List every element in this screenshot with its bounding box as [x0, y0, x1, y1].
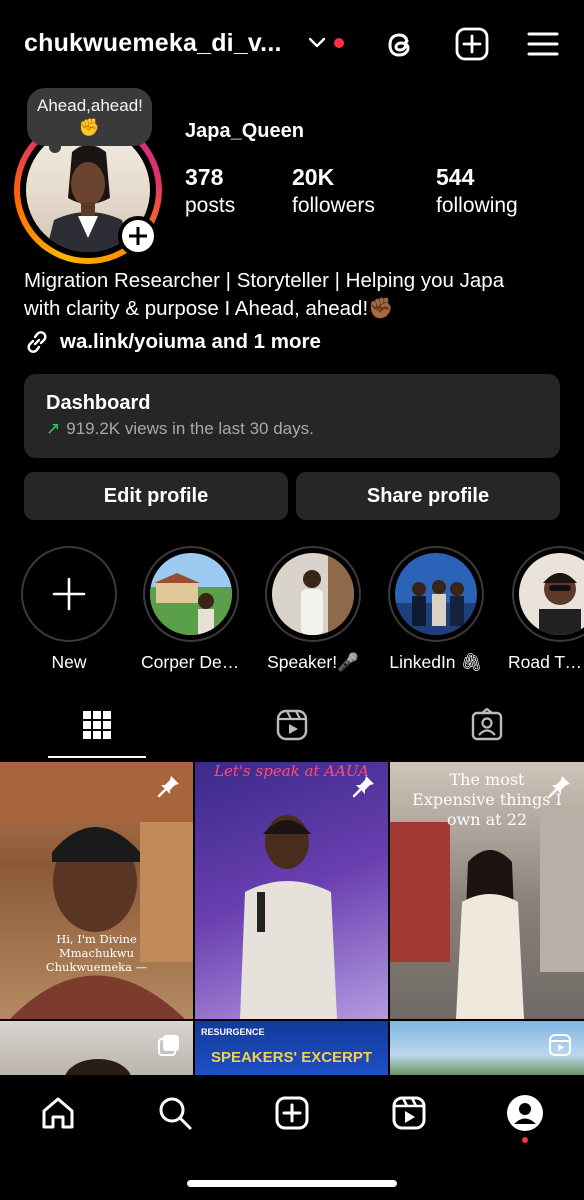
link-icon: [27, 331, 47, 353]
posts-grid: Hi, I'm Divine Mmachukwu Chukwuemeka — L…: [0, 762, 584, 1078]
search-icon[interactable]: [155, 1093, 195, 1133]
stat-posts[interactable]: 378 posts: [185, 164, 235, 218]
pin-icon: [157, 776, 179, 798]
profile-links[interactable]: wa.link/yoiuma and 1 more: [24, 328, 321, 356]
pin-icon: [548, 776, 570, 798]
notification-dot: [334, 38, 344, 48]
edit-profile-button[interactable]: Edit profile: [24, 472, 288, 520]
highlight-cover: [395, 553, 477, 635]
note-text: Ahead,ahead!✊: [37, 96, 143, 137]
home-indicator[interactable]: [187, 1180, 397, 1187]
highlight-new[interactable]: New: [19, 546, 119, 673]
chevron-down-icon[interactable]: [307, 33, 327, 53]
post-caption-2: SPEAKERS' EXCERPT: [210, 1049, 373, 1066]
highlight-label: New: [51, 652, 87, 672]
reels-icon[interactable]: [275, 708, 309, 742]
dashboard-title: Dashboard: [46, 392, 151, 414]
stat-posts-label: posts: [185, 194, 236, 217]
highlight-label: Road Trav: [508, 652, 584, 672]
stat-posts-value: 378: [185, 164, 224, 190]
highlight-linkedin[interactable]: LinkedIn 🖇: [386, 546, 486, 673]
highlight-cover: [150, 553, 232, 635]
post-tile[interactable]: [0, 1021, 193, 1078]
post-tile[interactable]: [390, 1021, 584, 1078]
dashboard-subtitle: 919.2K views in the last 30 days.: [66, 419, 314, 438]
plus-icon: [52, 577, 86, 611]
post-tile[interactable]: Let's speak at AAUA: [195, 762, 388, 1019]
post-tile[interactable]: RESURGENCE SPEAKERS' EXCERPT: [195, 1021, 388, 1078]
pin-icon: [352, 776, 374, 798]
grid-icon[interactable]: [80, 708, 114, 742]
post-caption: Hi, I'm Divine Mmachukwu Chukwuemeka —: [45, 932, 148, 974]
create-icon[interactable]: [272, 1093, 312, 1133]
trend-up-icon: ↗: [46, 419, 61, 438]
bio-line-1: Migration Researcher | Storyteller | Hel…: [24, 269, 505, 292]
share-profile-button[interactable]: Share profile: [296, 472, 560, 520]
highlight-label: Corper Dee...: [141, 652, 241, 672]
account-username[interactable]: chukwuemeka_di_v...: [24, 29, 282, 58]
profile-nav-icon[interactable]: [505, 1093, 545, 1133]
highlight-cover: [272, 553, 354, 635]
profile-note[interactable]: Ahead,ahead!✊: [27, 88, 152, 153]
post-tile[interactable]: The most Expensive things I own at 22: [390, 762, 584, 1019]
top-bar: chukwuemeka_di_v...: [0, 0, 584, 90]
highlight-label: LinkedIn 🖇: [389, 652, 483, 672]
threads-icon[interactable]: [380, 24, 420, 64]
highlight-corper[interactable]: Corper Dee...: [141, 546, 241, 673]
highlight-speaker[interactable]: Speaker!🎤: [263, 546, 363, 673]
reel-icon: [549, 1034, 571, 1056]
stat-followers[interactable]: 20K followers: [292, 164, 375, 218]
highlight-road-trav[interactable]: Road Trav: [508, 546, 584, 673]
bio-line-2: with clarity & purpose I Ahead, ahead!✊🏾: [24, 297, 394, 320]
post-caption: RESURGENCE: [201, 1027, 265, 1037]
add-story-button[interactable]: [118, 216, 158, 256]
stat-following-label: following: [436, 194, 518, 217]
link-text[interactable]: wa.link/yoiuma and 1 more: [60, 330, 321, 354]
stat-following[interactable]: 544 following: [436, 164, 518, 218]
create-plus-icon[interactable]: [452, 24, 492, 64]
highlight-cover: [519, 553, 584, 635]
tagged-icon[interactable]: [470, 708, 504, 742]
post-tile[interactable]: Hi, I'm Divine Mmachukwu Chukwuemeka —: [0, 762, 193, 1019]
home-icon[interactable]: [38, 1093, 78, 1133]
stat-followers-label: followers: [292, 194, 375, 217]
profile-bio: Migration Researcher | Storyteller | Hel…: [24, 267, 569, 323]
reels-nav-icon[interactable]: [389, 1093, 429, 1133]
stat-following-value: 544: [436, 164, 475, 190]
display-name: Japa_Queen: [185, 120, 304, 142]
profile-notification-dot: [522, 1137, 528, 1143]
active-tab-indicator: [48, 756, 146, 758]
highlight-label: Speaker!🎤: [267, 652, 359, 672]
stat-followers-value: 20K: [292, 164, 335, 190]
professional-dashboard[interactable]: Dashboard ↗ 919.2K views in the last 30 …: [24, 374, 560, 458]
profile-tabs: [0, 690, 584, 760]
menu-icon[interactable]: [523, 24, 563, 64]
carousel-icon: [158, 1035, 179, 1056]
